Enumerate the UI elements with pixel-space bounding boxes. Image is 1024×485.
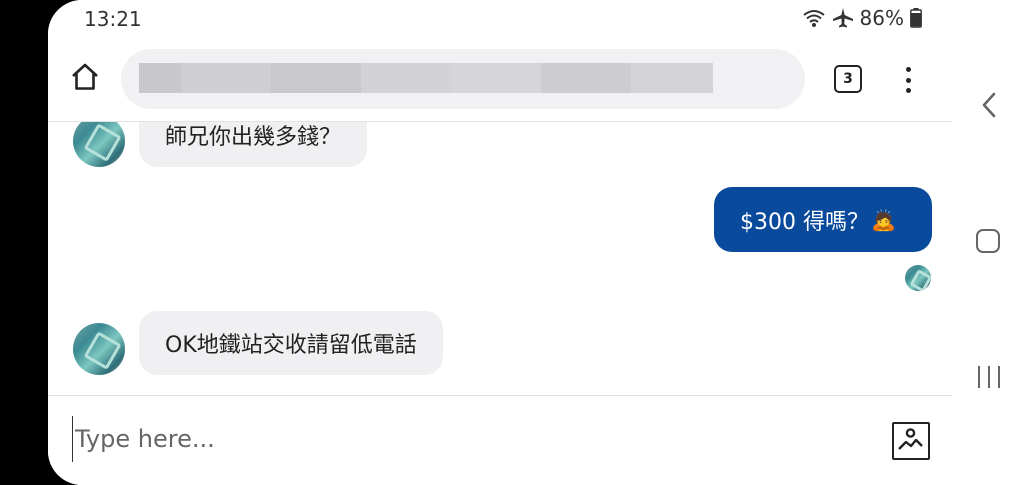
message-text: 師兄你出幾多錢？ <box>165 124 342 150</box>
outgoing-message: $300 得嗎？ 🙇 <box>714 187 932 252</box>
avatar <box>73 122 125 167</box>
home-icon <box>70 62 100 96</box>
browser-toolbar: 3 <box>48 38 952 122</box>
wifi-icon <box>802 8 826 28</box>
bowing-person-emoji: 🙇 <box>870 207 896 232</box>
message-composer <box>48 395 952 485</box>
back-icon[interactable] <box>980 92 998 122</box>
url-text-blurred <box>139 63 713 93</box>
tab-switcher-button[interactable]: 3 <box>834 65 862 93</box>
system-nav-bar <box>952 0 1024 485</box>
airplane-icon <box>832 7 854 29</box>
status-icons: 86% <box>802 6 922 30</box>
phone-screen: 13:21 86% 3 師兄你出幾多錢？ $300 得嗎？ 🙇 OK地鐵站交收請… <box>48 0 952 485</box>
tab-count: 3 <box>843 71 853 87</box>
message-text: $300 得嗎？ <box>740 209 869 235</box>
address-bar[interactable] <box>121 49 805 109</box>
home-button[interactable] <box>68 62 102 96</box>
avatar <box>73 323 125 375</box>
chat-area[interactable]: 師兄你出幾多錢？ $300 得嗎？ 🙇 OK地鐵站交收請留低電話 <box>48 122 952 395</box>
message-input[interactable] <box>72 416 852 462</box>
incoming-message: OK地鐵站交收請留低電話 <box>139 311 443 375</box>
avatar <box>905 265 931 291</box>
more-vert-icon[interactable] <box>900 64 916 96</box>
image-icon[interactable] <box>892 422 930 460</box>
message-text: OK地鐵站交收請留低電話 <box>165 333 417 358</box>
nav-home-icon[interactable] <box>976 229 1000 253</box>
status-bar: 13:21 86% <box>48 0 952 38</box>
incoming-message: 師兄你出幾多錢？ <box>139 122 368 167</box>
battery-icon <box>910 8 922 28</box>
battery-percent: 86% <box>859 6 904 30</box>
recent-apps-icon[interactable] <box>978 366 1000 388</box>
status-time: 13:21 <box>84 7 142 31</box>
